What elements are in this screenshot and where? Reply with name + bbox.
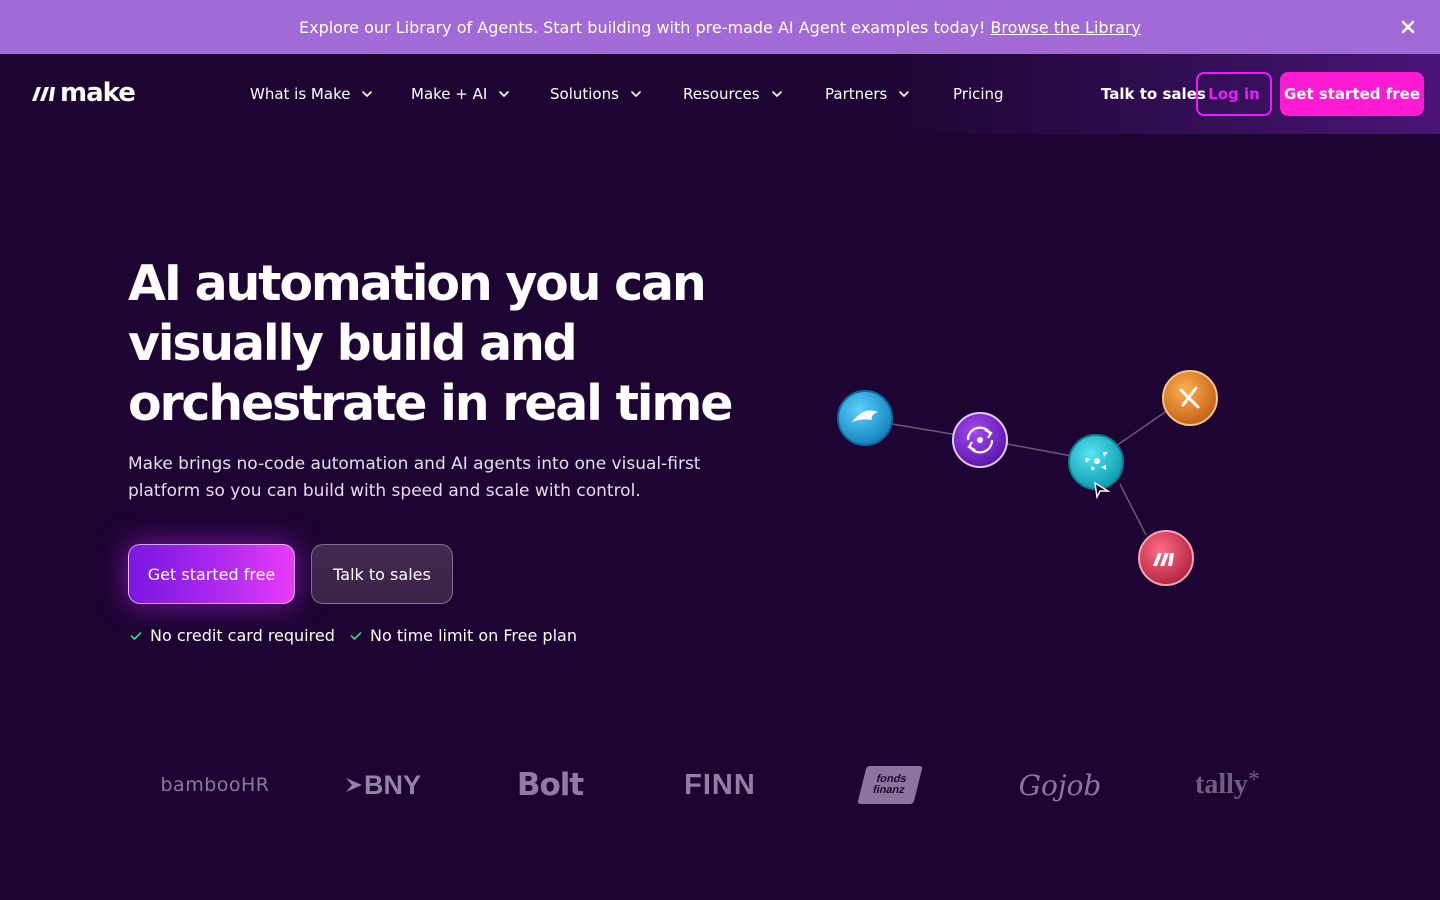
make-logo-icon [32, 87, 55, 101]
logo-tally: tally * [1195, 766, 1260, 801]
nav-make-ai[interactable]: Make + AI [411, 85, 510, 103]
red-app-node[interactable] [1138, 530, 1194, 586]
chevron-down-icon [631, 91, 641, 97]
asterisk-icon: * [1247, 766, 1260, 793]
browse-library-link[interactable]: Browse the Library [990, 18, 1141, 37]
nav-label: Solutions [550, 85, 619, 103]
banner-text: Explore our Library of Agents. Start bui… [298, 17, 986, 37]
hero-title-line: orchestrate in real time [128, 375, 733, 432]
check-icon [130, 631, 142, 640]
nav-pricing[interactable]: Pricing [953, 85, 1004, 103]
nav-solutions[interactable]: Solutions [550, 85, 642, 103]
nav-what-is-make[interactable]: What is Make [250, 85, 373, 103]
no-credit-card-note: No credit card required [130, 626, 335, 645]
site-header: make What is Make Make + AI Solutions Re… [0, 54, 1440, 134]
logo-finn: FINN [684, 768, 756, 801]
customer-logos: bambooHR BNY Bolt FINN fonds finanz Gojo… [0, 750, 1440, 820]
blue-app-node[interactable] [837, 390, 893, 446]
make-logo[interactable]: make [30, 78, 136, 108]
get-started-free-button[interactable]: Get started free [128, 544, 295, 604]
nav-label: Make + AI [411, 85, 488, 103]
purple-app-node[interactable] [952, 412, 1008, 468]
chevron-down-icon [499, 91, 510, 97]
hero-subtitle-line: platform so you can build with speed and… [128, 481, 641, 501]
get-started-header-button[interactable]: Get started free [1280, 72, 1424, 116]
hero-title-line: AI automation you can [128, 255, 707, 312]
hero-title: AI automation you can visually build and… [128, 254, 748, 434]
bny-arrow-icon [345, 778, 362, 792]
nav-resources[interactable]: Resources [683, 85, 783, 103]
teal-app-node[interactable] [1068, 434, 1124, 500]
check-label: No time limit on Free plan [370, 626, 577, 645]
hero-title-line: visually build and [128, 315, 578, 372]
talk-to-sales-button[interactable]: Talk to sales [311, 544, 453, 604]
logo-bny: BNY [325, 750, 440, 820]
check-icon [350, 631, 362, 640]
talk-to-sales-link[interactable]: Talk to sales [1101, 85, 1206, 103]
hero-subtitle: Make brings no-code automation and AI ag… [128, 451, 728, 505]
announcement-banner: Explore our Library of Agents. Start bui… [0, 0, 1440, 54]
nav-label: Pricing [953, 85, 1004, 103]
check-label: No credit card required [150, 626, 335, 645]
nav-label: What is Make [250, 85, 351, 103]
nav-partners[interactable]: Partners [825, 85, 910, 103]
no-time-limit-note: No time limit on Free plan [350, 626, 577, 645]
connector-lines [891, 409, 1169, 536]
log-in-button[interactable]: Log in [1196, 72, 1272, 116]
orange-app-node[interactable] [1162, 370, 1218, 426]
workflow-diagram [837, 370, 1218, 586]
chevron-down-icon [899, 91, 910, 97]
chevron-down-icon [362, 91, 373, 97]
nav-label: Partners [825, 85, 888, 103]
logo-bolt: Bolt [516, 767, 584, 803]
hero-subtitle-line: Make brings no-code automation and AI ag… [128, 454, 701, 474]
logo-fonds-finanz: fonds finanz [850, 750, 930, 820]
logo-wordmark: make [60, 78, 136, 108]
close-icon[interactable] [1398, 17, 1418, 37]
chevron-down-icon [771, 91, 782, 97]
logo-gojob: Gojob [1018, 768, 1102, 802]
nav-label: Resources [683, 85, 760, 103]
logo-bamboohr: bambooHR [160, 774, 270, 796]
